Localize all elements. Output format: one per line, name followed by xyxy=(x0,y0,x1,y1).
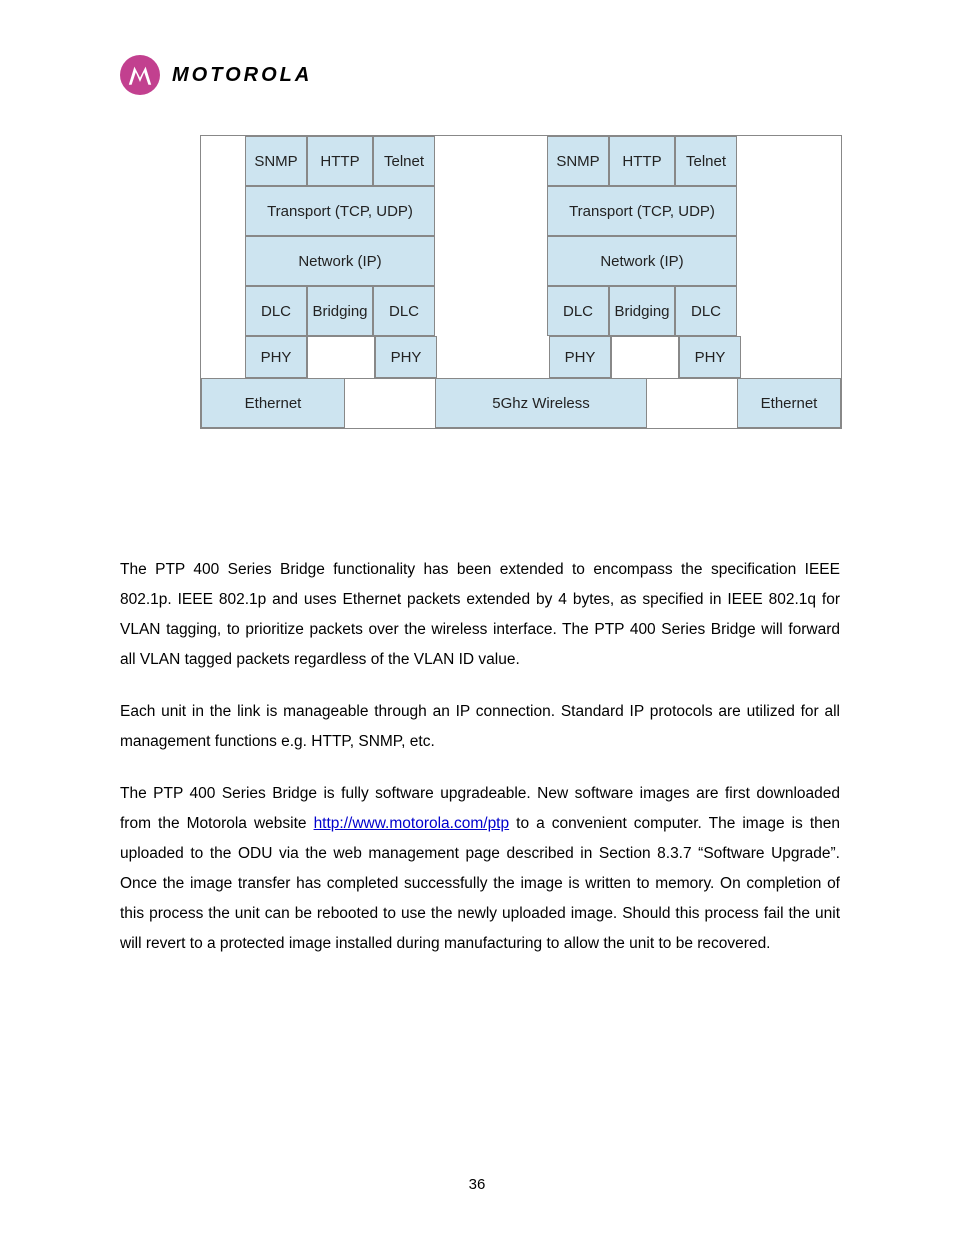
cell-http-right: HTTP xyxy=(609,136,675,186)
cell-dlc-right-a: DLC xyxy=(547,286,609,336)
diagram-blank xyxy=(437,336,475,378)
diagram-blank xyxy=(435,236,473,286)
cell-network-left: Network (IP) xyxy=(245,236,435,286)
diagram-blank xyxy=(509,236,547,286)
paragraph-3: The PTP 400 Series Bridge is fully softw… xyxy=(120,779,840,959)
body-text: The PTP 400 Series Bridge functionality … xyxy=(120,555,840,981)
cell-phy-right-a: PHY xyxy=(549,336,611,378)
paragraph-2: Each unit in the link is manageable thro… xyxy=(120,697,840,757)
diagram-blank xyxy=(201,236,245,286)
diagram-row-dlc: DLC Bridging DLC DLC Bridging DLC xyxy=(201,286,841,336)
paragraph-3-after: to a convenient computer. The image is t… xyxy=(120,815,840,952)
diagram-blank xyxy=(647,378,737,428)
cell-http-left: HTTP xyxy=(307,136,373,186)
cell-dlc-left-a: DLC xyxy=(245,286,307,336)
diagram-row-network: Network (IP) Network (IP) xyxy=(201,236,841,286)
cell-bridging-right: Bridging xyxy=(609,286,675,336)
diagram-row-apps: SNMP HTTP Telnet SNMP HTTP Telnet xyxy=(201,136,841,186)
diagram-blank xyxy=(509,136,547,186)
diagram-blank xyxy=(509,186,547,236)
diagram-row-phy: PHY PHY PHY PHY xyxy=(201,336,841,378)
diagram-blank xyxy=(509,286,547,336)
diagram-blank-bordered xyxy=(611,336,679,378)
page-number: 36 xyxy=(0,1176,954,1193)
diagram-gap xyxy=(473,186,509,236)
cell-dlc-left-b: DLC xyxy=(373,286,435,336)
cell-ethernet-left: Ethernet xyxy=(201,378,345,428)
cell-wireless: 5Ghz Wireless xyxy=(435,378,647,428)
cell-snmp-right: SNMP xyxy=(547,136,609,186)
diagram-blank xyxy=(741,336,785,378)
diagram-blank-bordered xyxy=(307,336,375,378)
cell-phy-right-b: PHY xyxy=(679,336,741,378)
motorola-logo-icon xyxy=(120,55,160,95)
cell-transport-left: Transport (TCP, UDP) xyxy=(245,186,435,236)
brand-wordmark: MOTOROLA xyxy=(172,64,312,87)
diagram-blank xyxy=(201,286,245,336)
diagram-blank xyxy=(435,186,473,236)
cell-ethernet-right: Ethernet xyxy=(737,378,841,428)
diagram-blank xyxy=(737,236,781,286)
page-header: MOTOROLA xyxy=(120,55,312,95)
cell-phy-left-a: PHY xyxy=(245,336,307,378)
cell-dlc-right-b: DLC xyxy=(675,286,737,336)
diagram-gap xyxy=(473,236,509,286)
diagram-blank xyxy=(201,336,245,378)
cell-telnet-right: Telnet xyxy=(675,136,737,186)
cell-telnet-left: Telnet xyxy=(373,136,435,186)
diagram-blank xyxy=(737,136,781,186)
diagram-gap xyxy=(473,286,509,336)
diagram-row-physical: Ethernet 5Ghz Wireless Ethernet xyxy=(201,378,841,428)
motorola-ptp-link[interactable]: http://www.motorola.com/ptp xyxy=(314,815,510,832)
diagram-blank xyxy=(435,136,473,186)
cell-phy-left-b: PHY xyxy=(375,336,437,378)
cell-transport-right: Transport (TCP, UDP) xyxy=(547,186,737,236)
protocol-stack-diagram: SNMP HTTP Telnet SNMP HTTP Telnet Transp… xyxy=(200,135,842,429)
paragraph-1: The PTP 400 Series Bridge functionality … xyxy=(120,555,840,675)
diagram-blank xyxy=(201,136,245,186)
cell-snmp-left: SNMP xyxy=(245,136,307,186)
diagram-blank xyxy=(737,286,781,336)
diagram-blank xyxy=(737,186,781,236)
diagram-blank xyxy=(201,186,245,236)
diagram-blank xyxy=(511,336,549,378)
diagram-blank xyxy=(435,286,473,336)
cell-bridging-left: Bridging xyxy=(307,286,373,336)
document-page: MOTOROLA SNMP HTTP Telnet SNMP HTTP Teln… xyxy=(0,0,954,1235)
diagram-blank xyxy=(345,378,435,428)
diagram-gap xyxy=(475,336,511,378)
diagram-gap xyxy=(473,136,509,186)
diagram-row-transport: Transport (TCP, UDP) Transport (TCP, UDP… xyxy=(201,186,841,236)
cell-network-right: Network (IP) xyxy=(547,236,737,286)
